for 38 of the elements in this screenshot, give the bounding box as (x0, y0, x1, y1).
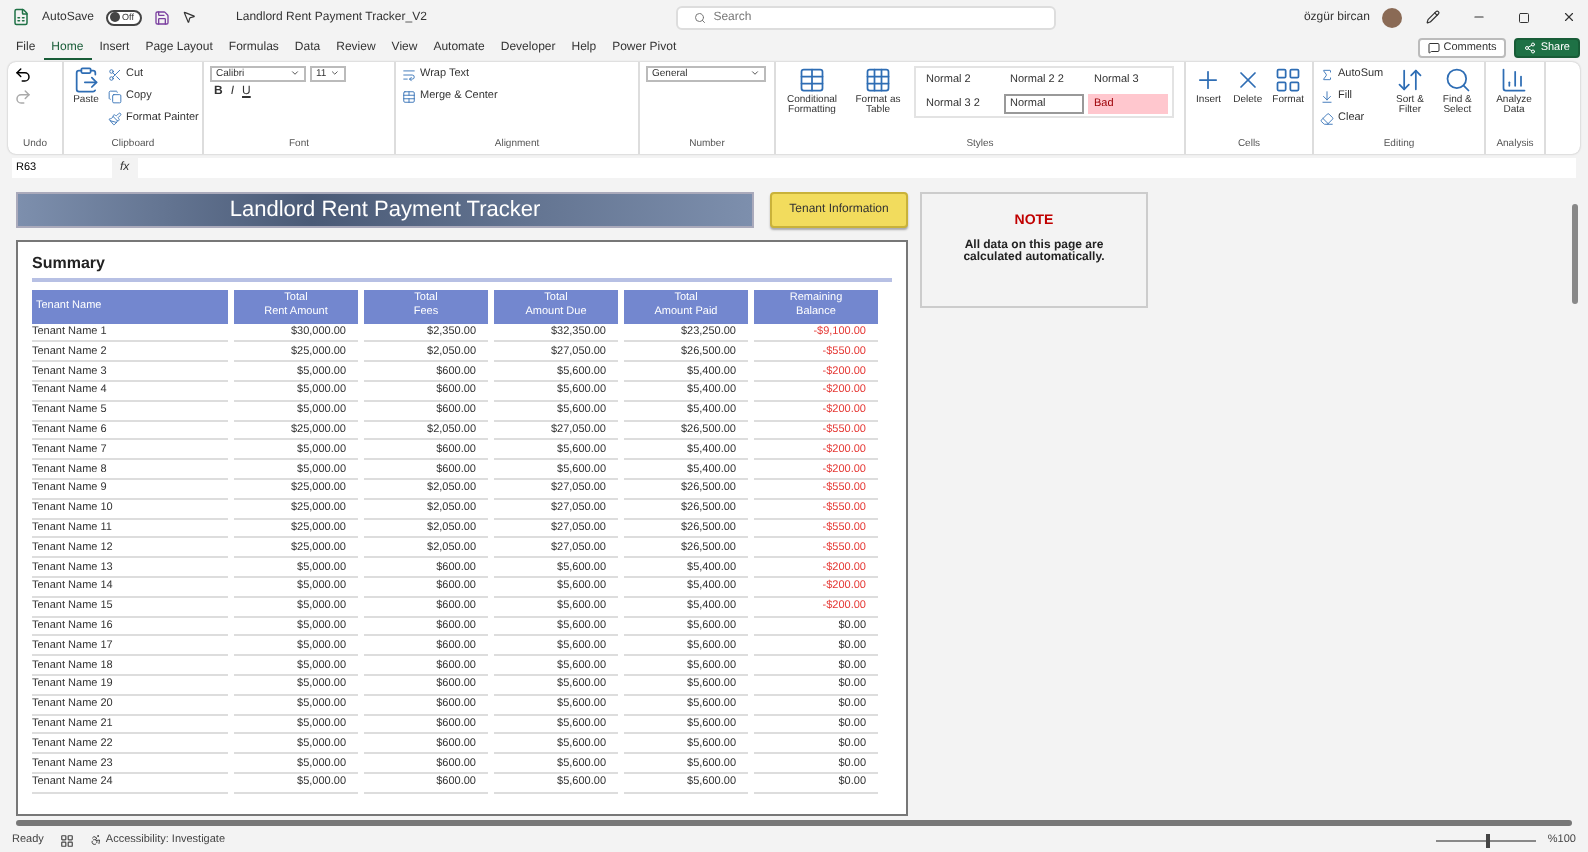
format-cells-icon (1274, 65, 1303, 94)
scissors-icon (108, 67, 122, 82)
tool-icon (1500, 65, 1528, 94)
table-icon (798, 65, 826, 94)
zoom-thumb[interactable] (1485, 833, 1490, 848)
fill-down-icon (1320, 89, 1334, 104)
tool-icon (402, 67, 416, 82)
sort-icon (1395, 65, 1424, 94)
pen-icon[interactable] (1425, 10, 1440, 25)
chevron-icon (290, 68, 300, 79)
search-icon (693, 11, 706, 24)
chevron-icon (330, 68, 340, 79)
insert-icon (1194, 65, 1223, 94)
search-icon (1443, 65, 1472, 94)
formula-input[interactable] (137, 157, 1576, 178)
pointer-icon[interactable] (182, 10, 197, 25)
save-icon[interactable] (154, 9, 171, 26)
scrollbar-thumb[interactable] (16, 819, 1572, 826)
grid-icon[interactable] (59, 833, 74, 848)
merge-cells-icon (402, 89, 416, 104)
app-logo-icon (12, 8, 30, 27)
avatar[interactable] (1381, 7, 1402, 28)
chevron-icon (750, 68, 760, 79)
sheet-title: Landlord Rent Payment Tracker (16, 191, 754, 228)
close-icon[interactable] (1561, 10, 1576, 25)
maximize-icon[interactable] (1517, 11, 1530, 24)
summary-heading: Summary (32, 249, 892, 282)
undo-icon[interactable] (14, 65, 32, 84)
grid-icon (864, 65, 892, 94)
eraser-icon (1320, 111, 1334, 126)
accessibility-icon (89, 834, 102, 847)
comment-icon (1427, 42, 1440, 55)
paintbrush-icon (108, 111, 122, 126)
sigma-icon (1320, 67, 1334, 82)
scrollbar-thumb[interactable] (1571, 203, 1577, 304)
clipboard-icon (72, 65, 100, 94)
share-icon (1524, 42, 1537, 55)
copy-icon (108, 89, 122, 104)
